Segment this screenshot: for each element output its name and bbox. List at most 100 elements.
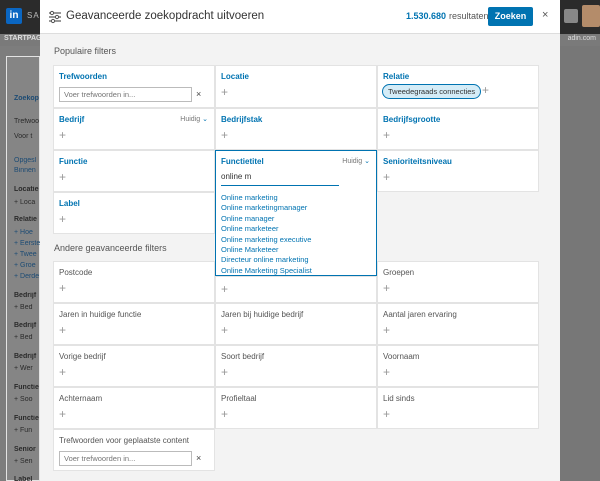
card-title: Bedrijf: [59, 115, 85, 124]
background-sidebar-item: Functie: [14, 415, 39, 422]
filter-card-hidden[interactable]: +: [215, 276, 377, 303]
suggestion-item[interactable]: Online Marketeer: [221, 245, 312, 255]
background-sidebar-item: + Fun: [14, 427, 33, 434]
add-icon[interactable]: +: [221, 324, 228, 336]
filter-card-functie[interactable]: Functie +: [53, 150, 215, 192]
add-icon[interactable]: +: [482, 84, 489, 97]
filter-card-trefwoorden: Trefwoorden ×: [53, 65, 215, 108]
relatie-tag-tweedegraads[interactable]: Tweedegraads connecties: [382, 84, 482, 99]
add-icon[interactable]: +: [59, 213, 66, 225]
section-title-other: Andere geavanceerde filters: [54, 243, 167, 253]
filter-card-soort-bedrijf[interactable]: Soort bedrijf +: [215, 345, 377, 387]
background-sidebar-item: Relatie: [14, 216, 37, 223]
add-icon[interactable]: +: [383, 171, 390, 183]
add-icon[interactable]: +: [59, 171, 66, 183]
suggestion-item[interactable]: Online marketeer: [221, 224, 312, 234]
section-title-popular: Populaire filters: [54, 46, 117, 56]
add-icon[interactable]: +: [59, 366, 66, 378]
card-title: Bedrijfstak: [221, 115, 263, 124]
add-icon[interactable]: +: [383, 408, 390, 420]
filter-card-vorige-bedrijf[interactable]: Vorige bedrijf +: [53, 345, 215, 387]
suggestion-item[interactable]: Online Marketing Specialist: [221, 266, 312, 276]
advanced-search-modal: Geavanceerde zoekopdracht uitvoeren 1.53…: [40, 0, 560, 481]
background-sidebar-item: Bedrijf: [14, 322, 37, 329]
suggestion-item[interactable]: Online marketing executive: [221, 235, 312, 245]
add-icon[interactable]: +: [59, 324, 66, 336]
suggestion-item[interactable]: Online marketingmanager: [221, 203, 312, 213]
huidig-dropdown[interactable]: Huidig ⌄: [180, 115, 208, 123]
filter-card-achternaam[interactable]: Achternaam +: [53, 387, 215, 429]
background-sidebar-item: + Eerste: [14, 240, 40, 247]
linkedin-logo: in: [6, 8, 22, 24]
card-title: Label: [59, 199, 80, 208]
background-sidebar-item: Label: [14, 476, 33, 481]
filter-card-voornaam[interactable]: Voornaam +: [377, 345, 539, 387]
clear-icon[interactable]: ×: [196, 453, 201, 463]
add-icon[interactable]: +: [221, 283, 228, 295]
add-icon[interactable]: +: [221, 408, 228, 420]
card-title: Postcode: [59, 268, 93, 277]
add-icon[interactable]: +: [383, 282, 390, 294]
suggestion-list: Online marketing Online marketingmanager…: [221, 193, 312, 276]
add-icon[interactable]: +: [221, 129, 228, 141]
filter-card-bedrijfsgrootte[interactable]: Bedrijfsgrootte +: [377, 108, 539, 150]
clear-icon[interactable]: ×: [196, 89, 201, 99]
card-title: Groepen: [383, 268, 415, 277]
modal-title: Geavanceerde zoekopdracht uitvoeren: [66, 10, 265, 22]
card-title: Lid sinds: [383, 394, 415, 403]
filter-card-jaren-huidige-functie[interactable]: Jaren in huidige functie +: [53, 303, 215, 345]
filter-card-profieltaal[interactable]: Profieltaal +: [215, 387, 377, 429]
filter-card-senioriteitsniveau[interactable]: Senioriteitsniveau +: [377, 150, 539, 192]
filter-card-functietitel: Functietitel Huidig ⌄ online m Online mar…: [215, 150, 377, 276]
background-sidebar-item: Senior: [14, 446, 36, 453]
background-sidebar-item: Functie: [14, 384, 39, 391]
filter-card-label[interactable]: Label +: [53, 192, 215, 234]
trefwoorden-input[interactable]: [59, 87, 192, 102]
filter-card-bedrijf[interactable]: Bedrijf Huidig ⌄ +: [53, 108, 215, 150]
filter-card-jaren-huidige-bedrijf[interactable]: Jaren bij huidige bedrijf +: [215, 303, 377, 345]
card-title: Functietitel: [221, 157, 264, 166]
filter-card-postcode[interactable]: Postcode +: [53, 261, 215, 303]
background-sidebar-item: + Groe: [14, 262, 36, 269]
card-title: Vorige bedrijf: [59, 352, 106, 361]
huidig-dropdown[interactable]: Huidig ⌄: [342, 157, 370, 165]
search-button[interactable]: Zoeken: [488, 7, 533, 26]
add-icon[interactable]: +: [59, 282, 66, 294]
functietitel-input[interactable]: online m: [221, 172, 339, 186]
filter-card-groepen[interactable]: Groepen +: [377, 261, 539, 303]
card-title: Bedrijfsgrootte: [383, 115, 441, 124]
background-sidebar-item: Bedrijf: [14, 292, 37, 299]
trefwoorden-content-input[interactable]: [59, 451, 192, 466]
card-title: Locatie: [221, 72, 250, 81]
add-icon[interactable]: +: [383, 366, 390, 378]
filter-card-trefwoorden-content: Trefwoorden voor geplaatste content ×: [53, 429, 215, 471]
add-icon[interactable]: +: [383, 129, 390, 141]
card-title: Achternaam: [59, 394, 103, 403]
add-icon[interactable]: +: [221, 86, 228, 98]
filter-card-locatie[interactable]: Locatie +: [215, 65, 377, 108]
result-count: 1.530.680: [406, 11, 447, 21]
background-sidebar-item: Trefwoo: [14, 118, 40, 125]
add-icon[interactable]: +: [59, 408, 66, 420]
suggestion-item[interactable]: Online marketing: [221, 193, 312, 203]
suggestion-item[interactable]: Directeur online marketing: [221, 255, 312, 265]
background-right-panel: [560, 46, 600, 481]
add-icon[interactable]: +: [59, 129, 66, 141]
background-sidebar-item: + Bed: [14, 304, 33, 311]
background-right-icons: [560, 0, 600, 34]
chevron-down-icon: ⌄: [202, 116, 208, 123]
filter-card-lid-sinds[interactable]: Lid sinds +: [377, 387, 539, 429]
close-icon[interactable]: ×: [542, 9, 548, 21]
card-title: Functie: [59, 157, 88, 166]
card-title: Relatie: [383, 72, 410, 81]
add-icon[interactable]: +: [383, 324, 390, 336]
background-sidebar-item: + Derde: [14, 273, 40, 280]
filter-card-bedrijfstak[interactable]: Bedrijfstak +: [215, 108, 377, 150]
filter-card-relatie: Relatie Tweedegraads connecties +: [377, 65, 539, 108]
profile-avatar: [582, 5, 600, 27]
card-title: Voornaam: [383, 352, 420, 361]
background-sidebar-item: + Bed: [14, 334, 33, 341]
add-icon[interactable]: +: [221, 366, 228, 378]
suggestion-item[interactable]: Online manager: [221, 214, 312, 224]
filter-card-aantal-jaren-ervaring[interactable]: Aantal jaren ervaring +: [377, 303, 539, 345]
